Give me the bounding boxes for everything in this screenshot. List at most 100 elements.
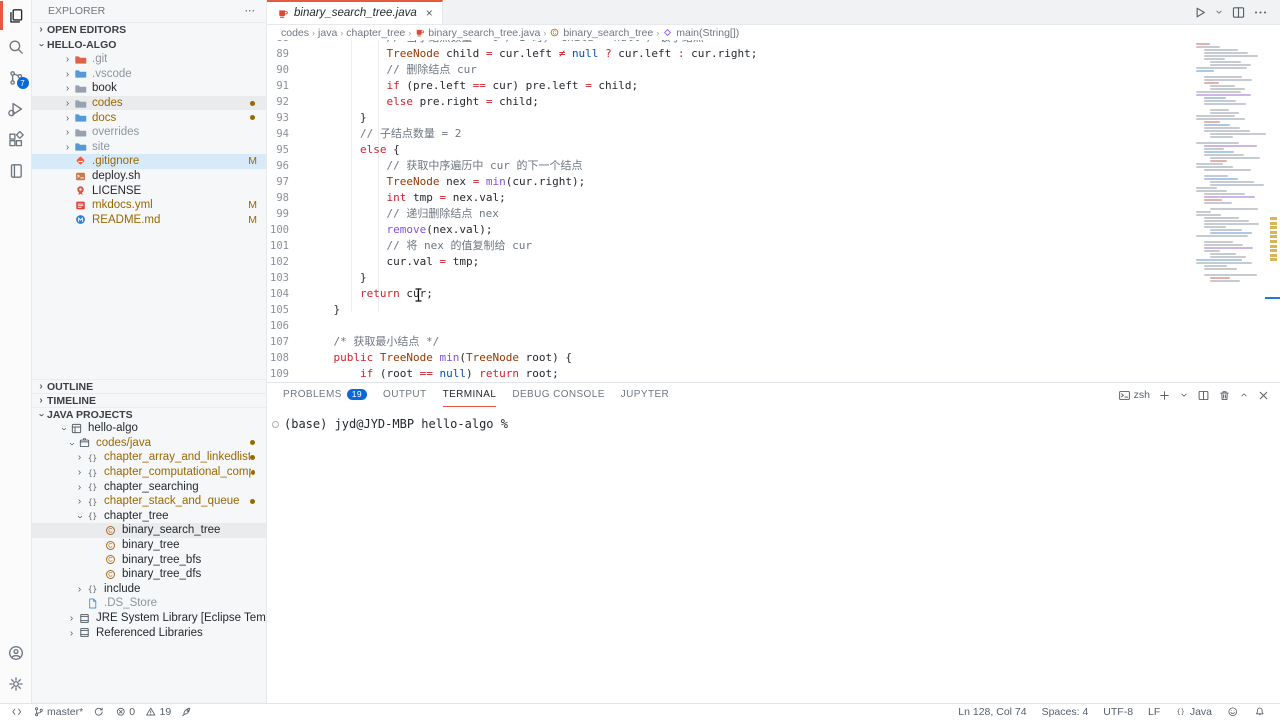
minimap[interactable] xyxy=(1194,42,1264,282)
status-item-java[interactable]: {}Java xyxy=(1170,706,1217,718)
tree-item-codesjava[interactable]: › codes/java xyxy=(32,436,266,451)
breadcrumb-item[interactable]: binary_search_tree.java xyxy=(414,27,540,39)
breadcrumb-item[interactable]: codes xyxy=(281,27,309,39)
panel-action-close[interactable] xyxy=(1257,389,1270,402)
activity-files[interactable] xyxy=(0,0,32,31)
tree-item-chapter_stack_and_queue[interactable]: › {} chapter_stack_and_queue xyxy=(32,494,266,509)
tree-item-chapter_tree[interactable]: › {} chapter_tree xyxy=(32,509,266,524)
code-line-95[interactable]: 95 else { xyxy=(267,142,1190,158)
breadcrumb-item[interactable]: chapter_tree xyxy=(346,27,405,39)
code-line-93[interactable]: 93 } xyxy=(267,110,1190,126)
tree-item-mkdocsyml[interactable]: mkdocs.yml M xyxy=(32,198,266,213)
more-actions-icon[interactable]: ⋯ xyxy=(245,5,257,17)
status-item-rocket[interactable] xyxy=(176,706,198,718)
activity-search[interactable] xyxy=(0,31,32,62)
code-line-106[interactable]: 106 xyxy=(267,318,1190,334)
tree-item-chapter_computational_complexity[interactable]: › {} chapter_computational_complexity xyxy=(32,465,266,480)
tree-item-deploysh[interactable]: deploy.sh xyxy=(32,169,266,184)
tree-item-git[interactable]: › .git xyxy=(32,52,266,67)
section-open-editors[interactable]: › OPEN EDITORS xyxy=(32,22,266,37)
activity-settings-gear[interactable] xyxy=(0,668,32,699)
code-line-96[interactable]: 96 // 获取中序遍历中 cur 的下一个结点 xyxy=(267,158,1190,174)
section-timeline[interactable]: ›TIMELINE xyxy=(32,393,266,407)
code-line-104[interactable]: 104 return cur; xyxy=(267,286,1190,302)
tab-binary-search-tree-java[interactable]: binary_search_tree.java × xyxy=(267,0,443,24)
activity-run-debug[interactable] xyxy=(0,93,32,124)
code-line-100[interactable]: 100 remove(nex.val); xyxy=(267,222,1190,238)
activity-extensions[interactable] xyxy=(0,124,32,155)
tree-item-hello-algo[interactable]: › hello-algo xyxy=(32,421,266,436)
tree-item-DS_Store[interactable]: .DS_Store xyxy=(32,596,266,611)
status-item-spaces-4[interactable]: Spaces: 4 xyxy=(1037,706,1094,718)
code-line-98[interactable]: 98 int tmp = nex.val; xyxy=(267,190,1190,206)
tree-item-codes[interactable]: › codes xyxy=(32,96,266,111)
code-line-97[interactable]: 97 TreeNode nex = min(cur.right); xyxy=(267,174,1190,190)
panel-action-split[interactable] xyxy=(1197,389,1210,402)
activity-account[interactable] xyxy=(0,637,32,668)
code-line-92[interactable]: 92 else pre.right = child; xyxy=(267,94,1190,110)
panel-tab-debug-console[interactable]: DEBUG CONSOLE xyxy=(512,383,604,407)
code-area[interactable]: 88 // 当子结点数量 = 0 / 1 时， child = null / 该… xyxy=(267,40,1190,382)
panel-tab-problems[interactable]: PROBLEMS19 xyxy=(283,383,367,407)
status-item-bell[interactable] xyxy=(1249,706,1271,718)
tree-item-ReferencedLibraries[interactable]: › Referenced Libraries xyxy=(32,625,266,640)
code-line-107[interactable]: 107 /* 获取最小结点 */ xyxy=(267,334,1190,350)
status-item-0[interactable]: 0 xyxy=(110,706,140,718)
code-line-108[interactable]: 108 public TreeNode min(TreeNode root) { xyxy=(267,350,1190,366)
tree-item-vscode[interactable]: › .vscode xyxy=(32,67,266,82)
tree-item-chapter_array_and_linkedlist[interactable]: › {} chapter_array_and_linkedlist xyxy=(32,450,266,465)
code-line-99[interactable]: 99 // 递归删除结点 nex xyxy=(267,206,1190,222)
section-root-folder[interactable]: › HELLO-ALGO xyxy=(32,37,266,52)
code-line-102[interactable]: 102 cur.val = tmp; xyxy=(267,254,1190,270)
activity-source-control[interactable]: 7 xyxy=(0,62,32,93)
tree-item-book[interactable]: › book xyxy=(32,81,266,96)
tree-item-LICENSE[interactable]: LICENSE xyxy=(32,183,266,198)
breadcrumb-item[interactable]: main(String[]) xyxy=(662,27,739,39)
status-item-ln-128-col-74[interactable]: Ln 128, Col 74 xyxy=(953,706,1031,718)
panel-action-chevron-down[interactable] xyxy=(1179,390,1189,400)
tree-item-docs[interactable]: › docs xyxy=(32,110,266,125)
status-item-lf[interactable]: LF xyxy=(1143,706,1165,718)
panel-action-chevron-up[interactable] xyxy=(1239,390,1249,400)
code-line-105[interactable]: 105 } xyxy=(267,302,1190,318)
code-line-103[interactable]: 103 } xyxy=(267,270,1190,286)
code-line-90[interactable]: 90 // 删除结点 cur xyxy=(267,62,1190,78)
tree-item-binary_tree_dfs[interactable]: C binary_tree_dfs xyxy=(32,567,266,582)
tree-item-binary_tree[interactable]: C binary_tree xyxy=(32,538,266,553)
tree-item-gitignore[interactable]: .gitignore M xyxy=(32,154,266,169)
tree-item-include[interactable]: › {} include xyxy=(32,582,266,597)
line-number: 89 xyxy=(267,46,307,62)
status-item-remote[interactable] xyxy=(6,706,28,718)
code-line-101[interactable]: 101 // 将 nex 的值复制给 cur xyxy=(267,238,1190,254)
status-item-master-[interactable]: master* xyxy=(28,706,89,718)
breadcrumb-item[interactable]: Cbinary_search_tree xyxy=(549,27,653,39)
breadcrumb-item[interactable]: java xyxy=(318,27,337,39)
status-item-sync[interactable] xyxy=(88,706,110,718)
tree-item-label: .DS_Store xyxy=(104,597,157,609)
tree-item-binary_tree_bfs[interactable]: C binary_tree_bfs xyxy=(32,552,266,567)
close-icon[interactable]: × xyxy=(426,6,433,20)
terminal[interactable]: (base) jyd@JYD-MBP hello-algo % xyxy=(267,407,1280,432)
tree-item-site[interactable]: › site xyxy=(32,140,266,155)
panel-tab-output[interactable]: OUTPUT xyxy=(383,383,427,407)
section-java-projects[interactable]: ›JAVA PROJECTS xyxy=(32,407,266,421)
code-line-109[interactable]: 109 if (root == null) return root; xyxy=(267,366,1190,382)
tree-item-overrides[interactable]: › overrides xyxy=(32,125,266,140)
status-item-utf-8[interactable]: UTF-8 xyxy=(1098,706,1138,718)
panel-action-terminal[interactable]: zsh xyxy=(1118,389,1150,402)
activity-notebook[interactable] xyxy=(0,155,32,186)
panel-tab-terminal[interactable]: TERMINAL xyxy=(443,383,497,407)
tree-item-READMEmd[interactable]: README.md M xyxy=(32,213,266,228)
code-line-91[interactable]: 91 if (pre.left == cur) pre.left = child… xyxy=(267,78,1190,94)
tree-item-chapter_searching[interactable]: › {} chapter_searching xyxy=(32,479,266,494)
status-item-19[interactable]: 19 xyxy=(140,706,176,718)
tree-item-JRESystemLibraryEclipseTemurin1717[interactable]: › JRE System Library [Eclipse Temurin 17… xyxy=(32,611,266,626)
code-line-94[interactable]: 94 // 子结点数量 = 2 xyxy=(267,126,1190,142)
code-line-89[interactable]: 89 TreeNode child = cur.left ≠ null ? cu… xyxy=(267,46,1190,62)
status-item-feedback[interactable] xyxy=(1222,706,1244,718)
tree-item-binary_search_tree[interactable]: C binary_search_tree xyxy=(32,523,266,538)
panel-action-trash[interactable] xyxy=(1218,389,1231,402)
section-outline[interactable]: ›OUTLINE xyxy=(32,379,266,393)
panel-tab-jupyter[interactable]: JUPYTER xyxy=(621,383,669,407)
panel-action-plus[interactable] xyxy=(1158,389,1171,402)
